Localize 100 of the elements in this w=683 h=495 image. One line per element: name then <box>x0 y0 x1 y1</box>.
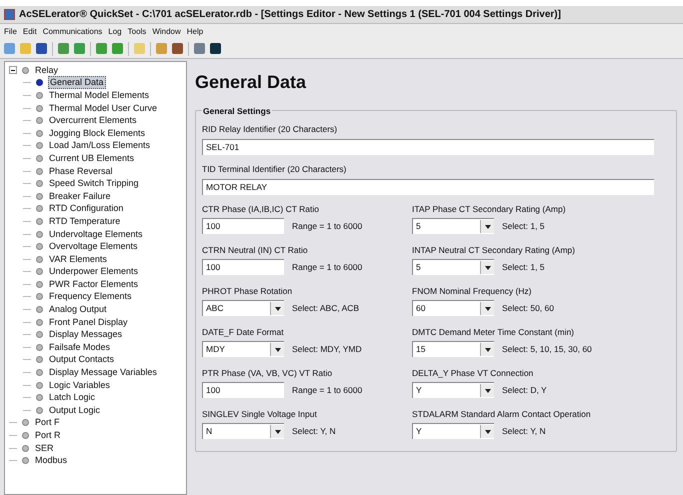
dropdown-value: N <box>206 425 212 438</box>
collapse-toggle-icon[interactable] <box>9 66 17 74</box>
tree-item[interactable]: Display Messages <box>48 329 124 340</box>
field-label: ITAP Phase CT Secondary Rating (Amp) <box>412 202 567 216</box>
tree-item[interactable]: VAR Elements <box>48 254 108 265</box>
tree-item[interactable]: RTD Temperature <box>48 216 122 227</box>
caret-icon <box>484 430 490 434</box>
dropdown-value: ABC <box>206 302 224 316</box>
tree-item[interactable]: General Data <box>48 76 106 90</box>
tree-item[interactable]: Port F <box>34 417 61 428</box>
dropdown-field[interactable]: MDY <box>202 341 284 358</box>
caret-icon <box>274 430 280 434</box>
dropdown-field[interactable]: Y <box>412 382 494 398</box>
tree-item[interactable]: Breaker Failure <box>48 190 112 202</box>
tree-item[interactable]: Thermal Model User Curve <box>48 102 158 114</box>
dropdown-value: 5 <box>416 261 421 274</box>
menu-item[interactable]: Tools <box>128 26 146 38</box>
caret-icon <box>274 306 280 311</box>
page-title: General Data <box>195 71 308 94</box>
menu-item[interactable]: Window <box>152 26 181 38</box>
hint-text: Select: Y, N <box>292 424 336 438</box>
field-label: TID Terminal Identifier (20 Characters) <box>202 162 348 176</box>
menu-item[interactable]: Edit <box>22 26 37 38</box>
toolbar-icon[interactable] <box>172 43 183 54</box>
dropdown-button[interactable] <box>480 343 494 356</box>
menu-item[interactable]: Communications <box>42 26 102 38</box>
field-label: FNOM Nominal Frequency (Hz) <box>412 284 532 298</box>
tree-item[interactable]: Jogging Block Elements <box>48 128 146 139</box>
tree-item[interactable]: Analog Output <box>48 304 108 316</box>
hint-text: Range = 1 to 6000 <box>292 220 362 233</box>
toolbar-icon[interactable] <box>210 43 221 54</box>
tree-item[interactable]: Relay <box>34 64 60 76</box>
dropdown-field[interactable]: Y <box>412 423 494 440</box>
field-label: INTAP Neutral CT Secondary Rating (Amp) <box>412 244 576 256</box>
field-label: SINGLEV Single Voltage Input <box>202 408 318 420</box>
tree-item[interactable]: Failsafe Modes <box>48 342 112 353</box>
dropdown-field[interactable]: 5 <box>412 259 494 276</box>
dropdown-button[interactable] <box>480 261 494 274</box>
tree-item[interactable]: Speed Switch Tripping <box>48 178 140 190</box>
dropdown-value: 5 <box>416 220 421 234</box>
tree-item[interactable]: Front Panel Display <box>48 316 129 328</box>
field-label: CTR Phase (IA,IB,IC) CT Ratio <box>202 202 320 216</box>
dropdown-button[interactable] <box>480 220 494 234</box>
tree-item[interactable]: Modbus <box>34 455 68 466</box>
tree-item[interactable]: Load Jam/Loss Elements <box>48 140 152 152</box>
field-label: RID Relay Identifier (20 Characters) <box>202 123 338 136</box>
toolbar-icon[interactable] <box>36 43 47 54</box>
dropdown-value: Y <box>416 384 422 398</box>
dropdown-button[interactable] <box>270 425 284 438</box>
hint-text: Select: 50, 60 <box>502 302 554 315</box>
dropdown-value: 15 <box>416 343 426 356</box>
dropdown-field[interactable]: 5 <box>412 218 494 234</box>
dropdown-button[interactable] <box>270 302 284 316</box>
dropdown-field[interactable]: 15 <box>412 341 494 358</box>
dropdown-field[interactable]: N <box>202 423 284 440</box>
tree-item[interactable]: Undervoltage Elements <box>48 228 144 240</box>
hint-text: Select: MDY, YMD <box>292 342 362 356</box>
tree-item[interactable]: Overvoltage Elements <box>48 241 139 252</box>
tree-item[interactable]: Port R <box>34 430 62 442</box>
dropdown-value: MDY <box>206 343 225 356</box>
tree-item[interactable]: Output Contacts <box>48 354 116 366</box>
input-field[interactable]: 100 <box>202 218 284 234</box>
tree-item[interactable]: RTD Configuration <box>48 203 124 214</box>
field-label: PTR Phase (VA, VB, VC) VT Ratio <box>202 366 334 380</box>
menu-item[interactable]: Help <box>186 26 204 38</box>
field-label: CTRN Neutral (IN) CT Ratio <box>202 244 309 256</box>
dropdown-field[interactable]: ABC <box>202 300 284 316</box>
menu-item[interactable]: File <box>4 26 17 38</box>
field-label: STDALARM Standard Alarm Contact Operation <box>412 408 592 420</box>
tree-item[interactable]: Latch Logic <box>48 392 96 404</box>
tree-item[interactable]: Phase Reversal <box>48 166 114 177</box>
dropdown-button[interactable] <box>270 343 284 356</box>
tree-item[interactable]: Logic Variables <box>48 380 111 391</box>
input-field[interactable]: 100 <box>202 382 284 398</box>
tree-item[interactable]: Overcurrent Elements <box>48 115 138 126</box>
caret-icon <box>484 266 490 270</box>
tree-item[interactable]: Underpower Elements <box>48 266 140 278</box>
caret-icon <box>484 388 490 393</box>
tree-item[interactable]: Thermal Model Elements <box>48 90 150 101</box>
hint-text: Select: ABC, ACB <box>292 302 360 315</box>
input-field[interactable]: 100 <box>202 259 284 276</box>
dropdown-button[interactable] <box>480 302 494 316</box>
window-title: AcSELerator® QuickSet - C:\701 acSELerator.rdb - [Settings Editor - New Settings 1 (SEL-701 004 Settings Driver)] <box>19 8 561 22</box>
caret-icon <box>484 306 490 311</box>
hint-text: Select: D, Y <box>502 384 547 397</box>
tree-item[interactable]: PWR Factor Elements <box>48 278 140 290</box>
hint-text: Range = 1 to 6000 <box>292 384 362 397</box>
input-field[interactable]: MOTOR RELAY <box>202 178 654 194</box>
tree-item[interactable]: SER <box>34 442 55 454</box>
dropdown-field[interactable]: 60 <box>412 300 494 316</box>
dropdown-button[interactable] <box>480 384 494 398</box>
tree-item[interactable]: Current UB Elements <box>48 152 136 164</box>
field-label: DATE_F Date Format <box>202 326 285 338</box>
dropdown-button[interactable] <box>480 425 494 438</box>
field-label: DMTC Demand Meter Time Constant (min) <box>412 326 576 338</box>
tree-item[interactable]: Output Logic <box>48 404 102 416</box>
input-field[interactable]: SEL-701 <box>202 138 654 155</box>
tree-item[interactable]: Display Message Variables <box>48 367 158 378</box>
menu-item[interactable]: Log <box>108 26 122 38</box>
tree-item[interactable]: Frequency Elements <box>48 291 133 302</box>
